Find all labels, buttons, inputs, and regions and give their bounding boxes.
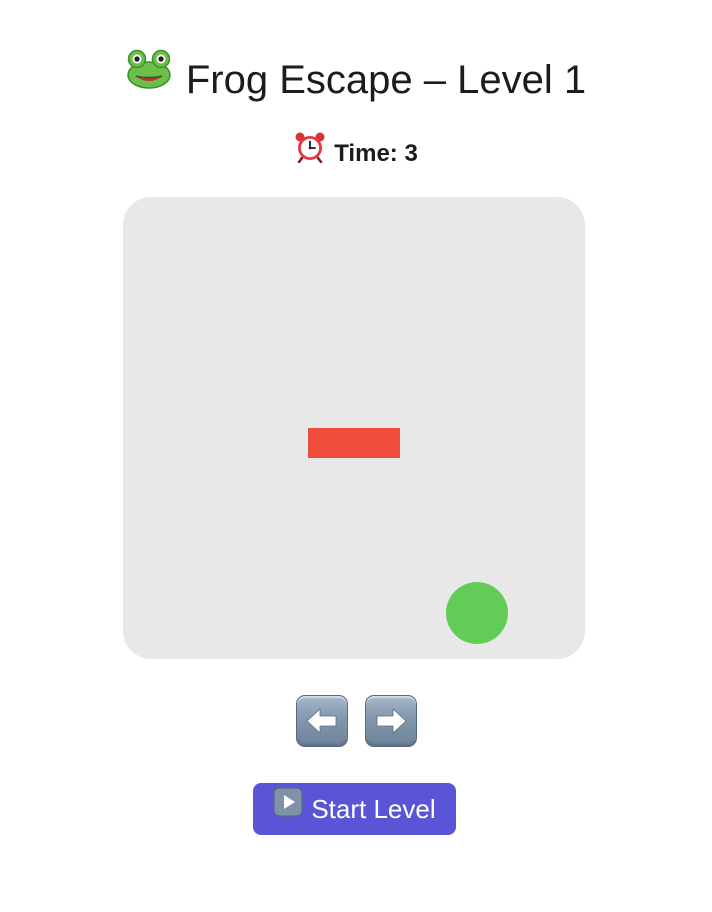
play-icon <box>273 782 303 834</box>
frog-player <box>446 582 508 644</box>
timer-display: Time: 3 <box>0 131 712 175</box>
move-right-button[interactable] <box>364 695 417 747</box>
start-level-button[interactable]: Start Level <box>253 783 456 835</box>
frog-face-icon <box>126 48 172 104</box>
obstacle-block <box>308 428 400 458</box>
timer-label: Time: 3 <box>334 139 418 167</box>
alarm-clock-icon <box>294 131 326 172</box>
page-title: Frog Escape – Level 1 <box>0 50 712 110</box>
move-left-button[interactable] <box>295 695 348 747</box>
left-arrow-icon <box>297 699 347 743</box>
start-level-label: Start Level <box>311 794 436 824</box>
game-board <box>123 197 585 659</box>
movement-controls <box>0 695 712 747</box>
right-arrow-icon <box>366 699 416 743</box>
page-title-text: Frog Escape – Level 1 <box>185 58 587 102</box>
